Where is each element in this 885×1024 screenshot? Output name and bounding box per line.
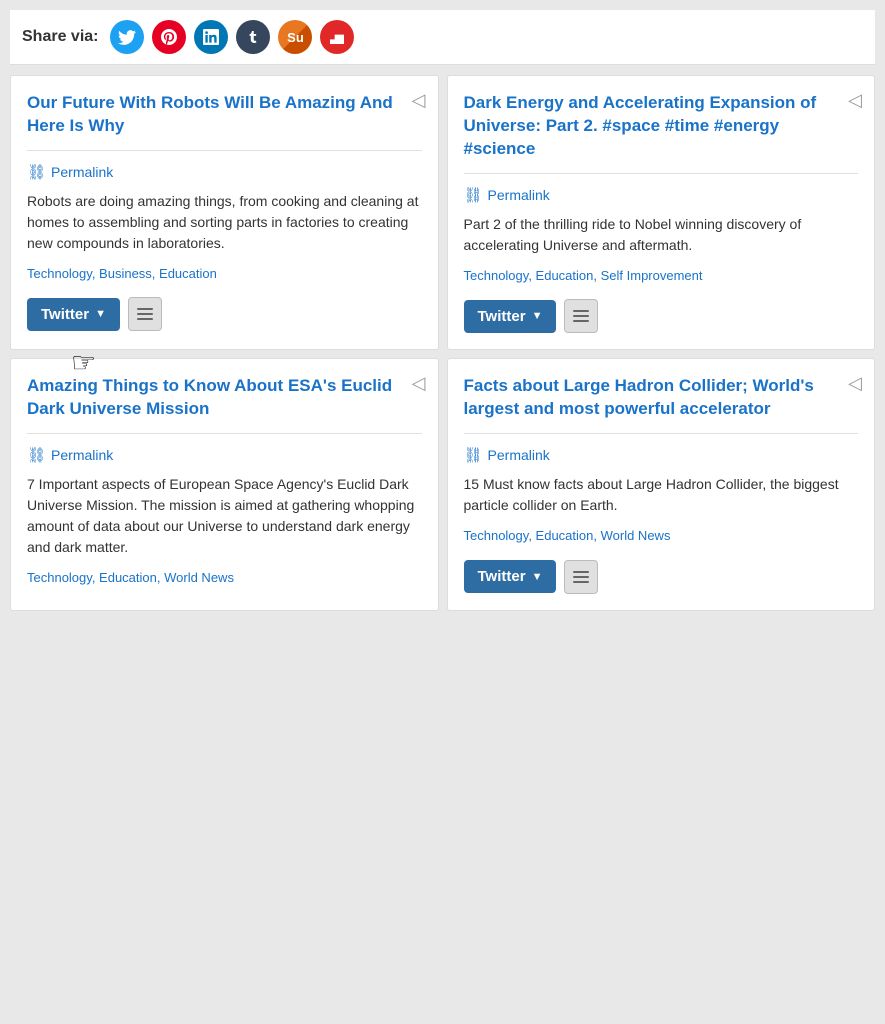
card-desc-robots: Robots are doing amazing things, from co… bbox=[27, 191, 422, 254]
bookmark-icon-4[interactable]: ◁ bbox=[848, 373, 862, 394]
card-title-hadron[interactable]: Facts about Large Hadron Collider; World… bbox=[464, 375, 859, 421]
card-tags-robots: Technology, Business, Education bbox=[27, 264, 422, 284]
card-tags-hadron: Technology, Education, World News bbox=[464, 526, 859, 546]
bookmark-icon-2[interactable]: ◁ bbox=[848, 90, 862, 111]
permalink-euclid[interactable]: ⛓ Permalink bbox=[27, 446, 422, 464]
dropdown-arrow-1: ▼ bbox=[95, 308, 106, 320]
tag-technology-3[interactable]: Technology bbox=[27, 570, 92, 585]
tag-technology-4[interactable]: Technology bbox=[464, 528, 529, 543]
card-title-euclid[interactable]: Amazing Things to Know About ESA's Eucli… bbox=[27, 375, 422, 421]
twitter-button-4[interactable]: Twitter ▼ bbox=[464, 560, 557, 593]
share-label: Share via: bbox=[22, 28, 98, 46]
more-button-4[interactable] bbox=[564, 560, 598, 594]
tag-technology-1[interactable]: Technology bbox=[27, 266, 92, 281]
card-title-robots[interactable]: Our Future With Robots Will Be Amazing A… bbox=[27, 92, 422, 138]
twitter-share-icon[interactable] bbox=[110, 20, 144, 54]
card-footer-robots: Twitter ▼ bbox=[27, 297, 422, 331]
dropdown-arrow-2: ▼ bbox=[532, 310, 543, 322]
twitter-button-2[interactable]: Twitter ▼ bbox=[464, 300, 557, 333]
link-icon-4: ⛓ bbox=[464, 446, 483, 464]
twitter-button-1[interactable]: Twitter ▼ bbox=[27, 298, 120, 331]
card-hadron: ◁ Facts about Large Hadron Collider; Wor… bbox=[447, 358, 876, 610]
tag-education-4[interactable]: Education bbox=[536, 528, 594, 543]
more-button-2[interactable] bbox=[564, 299, 598, 333]
tag-education-3[interactable]: Education bbox=[99, 570, 157, 585]
link-icon-3: ⛓ bbox=[27, 446, 46, 464]
more-button-1[interactable] bbox=[128, 297, 162, 331]
card-desc-dark-energy: Part 2 of the thrilling ride to Nobel wi… bbox=[464, 214, 859, 256]
tag-education-2[interactable]: Education bbox=[536, 268, 594, 283]
card-desc-euclid: 7 Important aspects of European Space Ag… bbox=[27, 474, 422, 558]
card-tags-euclid: Technology, Education, World News bbox=[27, 568, 422, 588]
card-euclid: ◁ Amazing Things to Know About ESA's Euc… bbox=[10, 358, 439, 610]
permalink-dark-energy[interactable]: ⛓ Permalink bbox=[464, 186, 859, 204]
tag-world-news-4[interactable]: World News bbox=[601, 528, 671, 543]
card-footer-dark-energy: Twitter ▼ bbox=[464, 299, 859, 333]
pinterest-share-icon[interactable] bbox=[152, 20, 186, 54]
cards-grid: ◁ Our Future With Robots Will Be Amazing… bbox=[10, 75, 875, 611]
share-bar: Share via: Su bbox=[10, 10, 875, 65]
flipboard-share-icon[interactable] bbox=[320, 20, 354, 54]
card-desc-hadron: 15 Must know facts about Large Hadron Co… bbox=[464, 474, 859, 516]
link-icon-2: ⛓ bbox=[464, 186, 483, 204]
permalink-robots[interactable]: ⛓ Permalink bbox=[27, 163, 422, 181]
tag-world-news-3[interactable]: World News bbox=[164, 570, 234, 585]
card-footer-hadron: Twitter ▼ bbox=[464, 560, 859, 594]
tag-self-improvement-2[interactable]: Self Improvement bbox=[601, 268, 703, 283]
tag-education-1[interactable]: Education bbox=[159, 266, 217, 281]
bookmark-icon-1[interactable]: ◁ bbox=[412, 90, 426, 111]
tag-technology-2[interactable]: Technology bbox=[464, 268, 529, 283]
tumblr-share-icon[interactable] bbox=[236, 20, 270, 54]
stumbleupon-share-icon[interactable]: Su bbox=[278, 20, 312, 54]
link-icon-1: ⛓ bbox=[27, 163, 46, 181]
linkedin-share-icon[interactable] bbox=[194, 20, 228, 54]
card-tags-dark-energy: Technology, Education, Self Improvement bbox=[464, 266, 859, 286]
dropdown-arrow-4: ▼ bbox=[532, 571, 543, 583]
permalink-hadron[interactable]: ⛓ Permalink bbox=[464, 446, 859, 464]
tag-business-1[interactable]: Business bbox=[99, 266, 152, 281]
bookmark-icon-3[interactable]: ◁ bbox=[412, 373, 426, 394]
card-robots: ◁ Our Future With Robots Will Be Amazing… bbox=[10, 75, 439, 350]
card-dark-energy: ◁ Dark Energy and Accelerating Expansion… bbox=[447, 75, 876, 350]
card-title-dark-energy[interactable]: Dark Energy and Accelerating Expansion o… bbox=[464, 92, 859, 161]
